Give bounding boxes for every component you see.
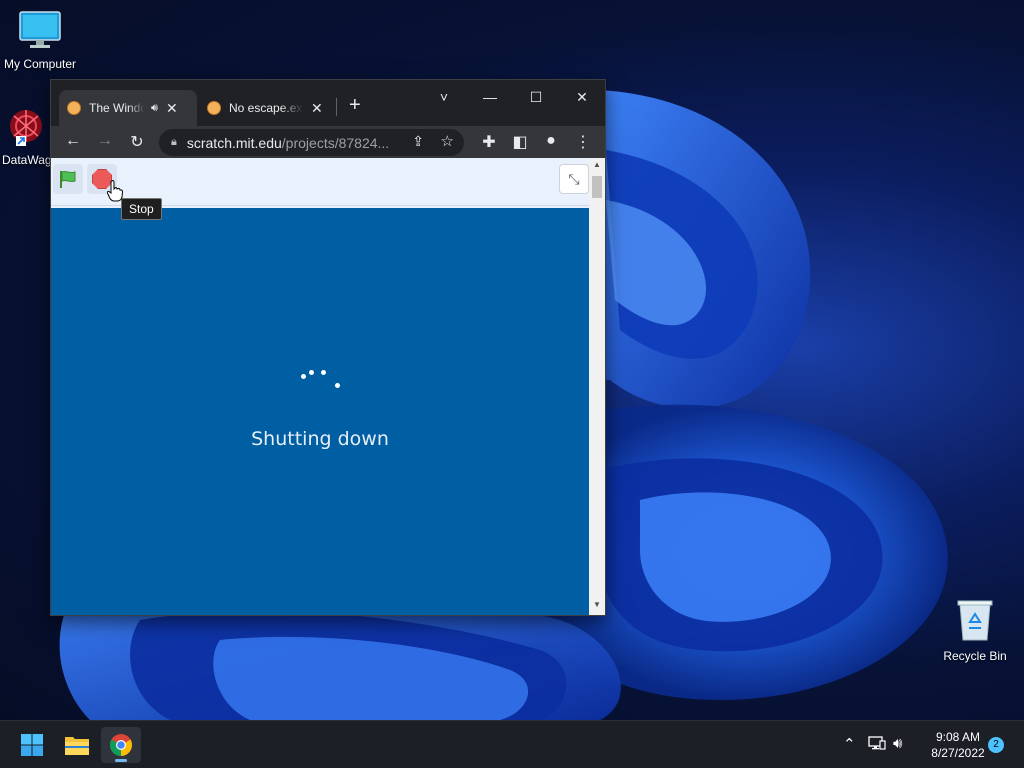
network-icon[interactable]	[868, 735, 886, 755]
computer-icon	[0, 10, 80, 53]
browser-toolbar: ← → ↻ 🔒︎ scratch.mit.edu/projects/87824.…	[51, 126, 605, 158]
url-path: /projects/87824...	[281, 134, 390, 151]
scratch-stage-header: ⤡ Stop	[51, 158, 605, 220]
show-hidden-icons-chevron-up-icon[interactable]: ⌃	[843, 735, 856, 753]
page-content: ⤡ Stop Shutting down ▲ ▼	[51, 158, 605, 615]
share-icon[interactable]: ⇪	[412, 133, 424, 150]
desktop-icon-label: Recycle Bin	[943, 649, 1007, 663]
scroll-up-arrow-icon[interactable]: ▲	[589, 160, 605, 169]
scrollbar-thumb[interactable]	[592, 176, 602, 198]
green-flag-icon	[60, 170, 76, 188]
notification-count-badge[interactable]: 2	[988, 737, 1004, 753]
clock-date: 8/27/2022	[931, 746, 985, 760]
folder-icon	[65, 737, 89, 755]
back-arrow-icon[interactable]: ←	[63, 132, 83, 150]
exit-fullscreen-button[interactable]: ⤡	[559, 164, 589, 194]
active-indicator	[115, 759, 127, 762]
desktop-icon-my-computer[interactable]: My Computer	[0, 10, 80, 71]
tab-divider	[336, 98, 337, 116]
page-scrollbar[interactable]: ▲ ▼	[589, 158, 605, 615]
menu-kebab-icon[interactable]: ⋮	[573, 132, 593, 152]
loading-spinner-icon	[301, 368, 345, 392]
tab-search-chevron-down-icon[interactable]: ˅	[421, 84, 467, 110]
tab-title: No escape.exe	[229, 101, 303, 115]
desktop-icon-datawag[interactable]: DataWag	[0, 106, 52, 167]
desktop-icon-label: My Computer	[3, 57, 77, 71]
taskbar-chrome[interactable]	[101, 727, 141, 763]
tab-no-escape[interactable]: No escape.exe ✕	[199, 90, 333, 126]
datawag-icon	[0, 106, 52, 149]
profile-avatar-icon[interactable]: ●	[541, 132, 561, 150]
new-tab-button[interactable]: +	[349, 94, 361, 117]
close-tab-icon[interactable]: ✕	[311, 100, 323, 117]
volume-speaker-icon[interactable]: 🔊︎	[893, 735, 902, 752]
tab-title: The Windows	[89, 101, 145, 115]
scratch-stage[interactable]: Shutting down	[51, 208, 589, 615]
taskbar: ⌃ 🔊︎ 9:08 AM 8/27/2022 2	[0, 720, 1024, 768]
minimize-button[interactable]: —	[467, 84, 513, 110]
lock-icon[interactable]: 🔒︎	[171, 136, 177, 149]
bookmark-star-icon[interactable]: ☆	[441, 132, 454, 150]
extensions-puzzle-icon[interactable]: ✚	[479, 132, 499, 152]
url-domain: scratch.mit.edu	[186, 134, 282, 151]
exit-fullscreen-icon: ⤡	[568, 171, 580, 187]
green-flag-button[interactable]	[53, 164, 83, 194]
desktop-icon-label: DataWag	[2, 153, 52, 167]
browser-titlebar[interactable]: The Windows 🔊︎ ✕ No escape.exe ✕ + ˅ — ☐…	[51, 80, 605, 126]
hand-cursor-icon	[106, 180, 124, 207]
side-panel-icon[interactable]: ◧	[510, 132, 530, 152]
forward-arrow-icon[interactable]: →	[95, 132, 115, 150]
taskbar-file-explorer[interactable]	[57, 727, 97, 763]
scratch-favicon-icon	[67, 101, 81, 115]
start-button[interactable]	[12, 727, 52, 763]
tab-the-windows[interactable]: The Windows 🔊︎ ✕	[59, 90, 197, 126]
chrome-icon	[110, 734, 132, 756]
stop-tooltip: Stop	[121, 198, 162, 220]
address-bar[interactable]: 🔒︎ scratch.mit.edu/projects/87824... ⇪ ☆	[159, 129, 464, 156]
browser-window[interactable]: The Windows 🔊︎ ✕ No escape.exe ✕ + ˅ — ☐…	[50, 79, 606, 616]
scroll-down-arrow-icon[interactable]: ▼	[589, 600, 605, 609]
clock-time: 9:08 AM	[935, 730, 981, 744]
desktop-icon-recycle-bin[interactable]: Recycle Bin	[935, 598, 1015, 663]
windows-logo-icon	[21, 734, 43, 756]
recycle-bin-icon	[935, 598, 1015, 645]
taskbar-clock[interactable]: 9:08 AM 8/27/2022	[918, 729, 998, 761]
scratch-favicon-icon	[207, 101, 221, 115]
reload-icon[interactable]: ↻	[127, 132, 147, 152]
close-window-button[interactable]: ✕	[559, 84, 605, 110]
maximize-button[interactable]: ☐	[513, 84, 559, 110]
speaker-icon[interactable]: 🔊︎	[151, 102, 158, 115]
close-tab-icon[interactable]: ✕	[166, 100, 178, 117]
shutting-down-message: Shutting down	[251, 428, 389, 450]
